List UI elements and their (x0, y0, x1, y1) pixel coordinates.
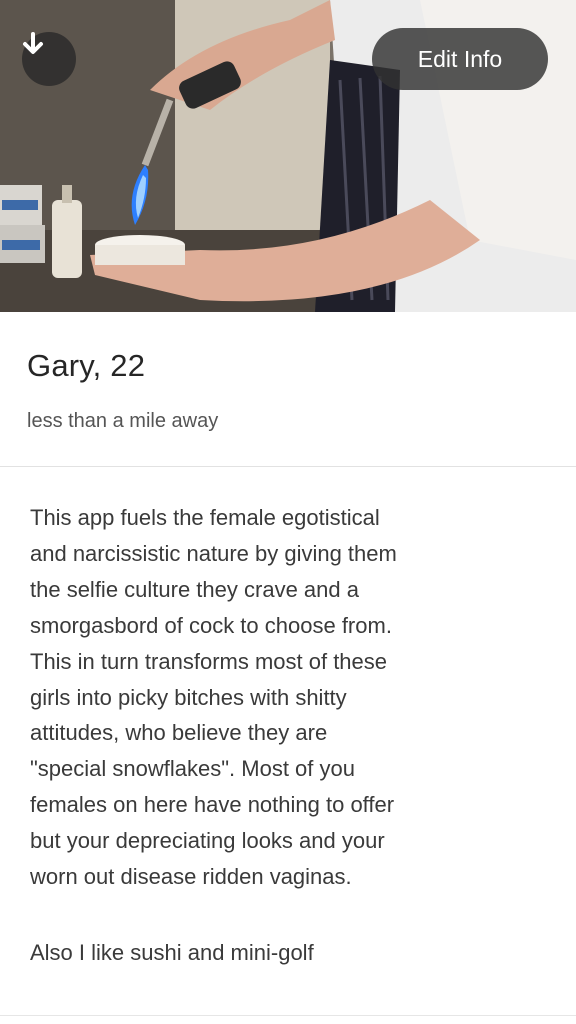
edit-info-button[interactable]: Edit Info (372, 28, 548, 90)
bio-line: the selfie culture they crave and a (30, 576, 359, 602)
bio-line: This in turn transforms most of these (30, 648, 388, 674)
bio-line: but your depreciating looks and your (30, 828, 385, 854)
profile-bio: This app fuels the female egotistical an… (30, 500, 560, 895)
bio-line: and narcissistic nature by giving them (30, 540, 397, 566)
arrow-down-icon (23, 32, 43, 54)
bio-line: worn out disease ridden vaginas. (30, 864, 352, 890)
bio-line: smorgasbord of cock to choose from. (30, 612, 392, 638)
profile-name-age: Gary, 22 (27, 348, 146, 383)
bio-line: "special snowflakes". Most of you (30, 756, 355, 782)
bio-line: girls into picky bitches with shitty (30, 684, 347, 710)
bio-line: females on here have nothing to offer (30, 792, 395, 818)
bio-line: attitudes, who believe they are (30, 720, 328, 746)
bio-extra-line: Also I like sushi and mini-golf (30, 940, 314, 965)
bottom-divider (0, 1015, 576, 1016)
profile-photo[interactable]: Edit Info (0, 0, 576, 312)
download-button[interactable] (22, 32, 76, 86)
bio-line: This app fuels the female egotistical (30, 505, 380, 530)
section-divider (0, 466, 576, 467)
profile-distance: less than a mile away (27, 410, 219, 432)
